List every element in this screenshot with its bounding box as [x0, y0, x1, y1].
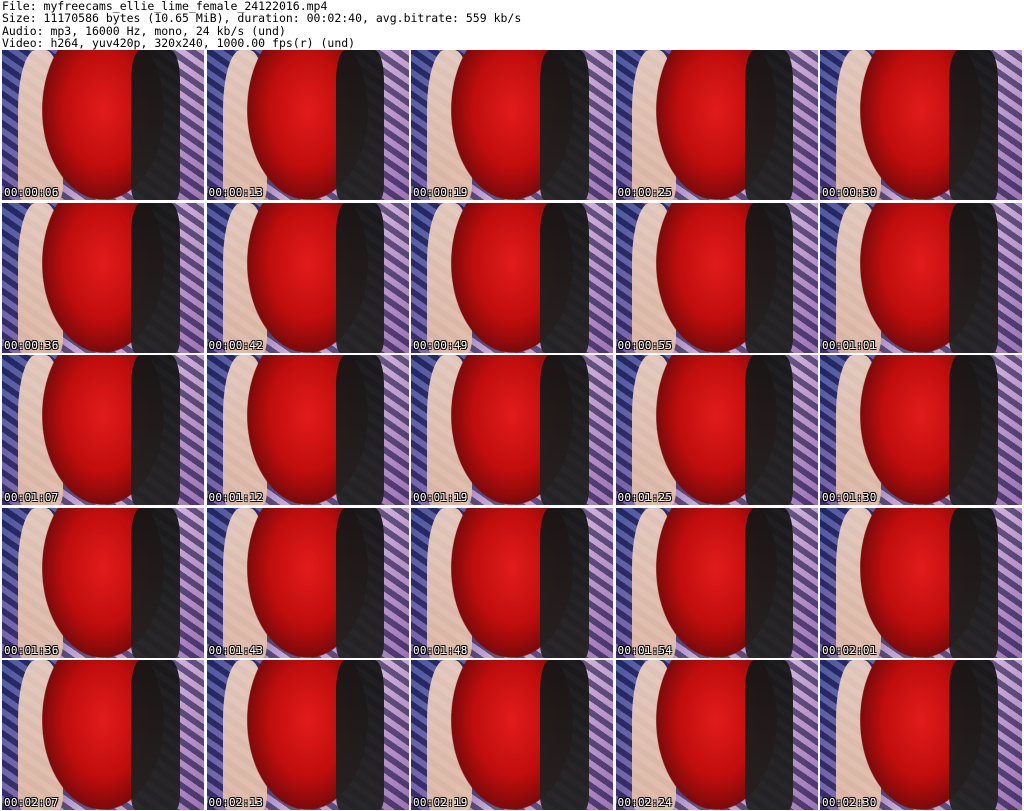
thumbnail-timestamp: 00:00:25	[617, 186, 673, 199]
thumbnail-timestamp: 00:01:48	[413, 643, 468, 657]
thumbnail-hair-region	[335, 50, 385, 200]
thumbnail-hair-region	[131, 50, 180, 200]
thumbnail-timestamp: 00:00:36	[4, 338, 59, 352]
thumbnail-hair-region	[131, 660, 180, 810]
thumbnail-timestamp: 00:00:42	[208, 338, 264, 352]
thumbnail-hair-region	[744, 50, 794, 200]
thumbnail-hair-region	[949, 355, 998, 505]
thumbnail-hair-region	[131, 355, 180, 505]
video-thumbnail: 00:00:25	[615, 50, 818, 200]
video-thumbnail: 00:02:01	[820, 507, 1022, 658]
video-thumbnail: 00:01:48	[411, 507, 613, 658]
thumbnail-timestamp: 00:01:07	[4, 491, 59, 504]
video-thumbnail: 00:00:19	[411, 50, 613, 200]
video-thumbnail: 00:01:43	[206, 507, 409, 658]
thumbnail-timestamp: 00:02:07	[4, 796, 59, 809]
video-thumbnail: 00:01:25	[615, 355, 818, 505]
thumbnail-hair-region	[744, 202, 794, 353]
video-thumbnail: 00:01:36	[2, 507, 204, 658]
thumbnail-timestamp: 00:01:19	[413, 491, 468, 504]
video-thumbnail: 00:00:06	[2, 50, 204, 200]
thumbnail-timestamp: 00:02:30	[822, 796, 877, 809]
thumbnail-hair-region	[744, 507, 794, 658]
thumbnail-hair-region	[540, 202, 589, 353]
video-thumbnail: 00:01:19	[411, 355, 613, 505]
video-thumbnail: 00:00:30	[820, 50, 1022, 200]
thumbnail-hair-region	[335, 202, 385, 353]
thumbnail-timestamp: 00:01:25	[617, 491, 673, 504]
thumbnail-timestamp: 00:00:06	[4, 186, 59, 199]
thumbnail-hair-region	[949, 507, 998, 658]
thumbnail-timestamp: 00:00:49	[413, 338, 468, 352]
video-thumbnail: 00:00:13	[206, 50, 409, 200]
thumbnail-timestamp: 00:00:19	[413, 186, 468, 199]
video-thumbnail: 00:01:01	[820, 202, 1022, 353]
thumbnail-timestamp: 00:01:12	[208, 491, 264, 504]
video-thumbnail: 00:00:42	[206, 202, 409, 353]
thumbnail-timestamp: 00:00:13	[208, 186, 264, 199]
thumbnail-hair-region	[744, 355, 794, 505]
thumbnail-hair-region	[131, 507, 180, 658]
thumbnail-hair-region	[949, 50, 998, 200]
thumbnail-hair-region	[540, 50, 589, 200]
video-thumbnail: 00:01:12	[206, 355, 409, 505]
file-size-line: Size: 11170586 bytes (10.65 MiB), durati…	[2, 11, 522, 26]
thumbnail-hair-region	[335, 355, 385, 505]
thumbnail-timestamp: 00:01:43	[208, 643, 264, 657]
thumbnail-hair-region	[540, 507, 589, 658]
video-thumbnail: 00:00:49	[411, 202, 613, 353]
thumbnail-hair-region	[744, 660, 794, 810]
video-thumbnail: 00:01:30	[820, 355, 1022, 505]
thumbnail-timestamp: 00:01:54	[617, 643, 673, 657]
video-thumbnail: 00:00:55	[615, 202, 818, 353]
video-thumbnail: 00:02:30	[820, 660, 1022, 810]
thumbnail-grid: 00:00:06 00:00:13 00:00:19 00:00:25 00:00:30…	[2, 50, 1022, 810]
thumbnail-timestamp: 00:01:36	[4, 643, 59, 657]
thumbnail-timestamp: 00:02:13	[208, 796, 264, 809]
thumbnail-timestamp: 00:01:30	[822, 491, 877, 504]
video-thumbnail: 00:01:54	[615, 507, 818, 658]
video-info-line: Video: h264, yuv420p, 320x240, 1000.00 f…	[2, 35, 356, 50]
thumbnail-hair-region	[540, 660, 589, 810]
thumbnail-timestamp: 00:02:24	[617, 796, 673, 809]
thumbnail-timestamp: 00:02:01	[822, 643, 877, 657]
thumbnail-hair-region	[540, 355, 589, 505]
thumbnail-timestamp: 00:00:30	[822, 186, 877, 199]
thumbnail-timestamp: 00:02:19	[413, 796, 468, 809]
video-thumbnail: 00:02:24	[615, 660, 818, 810]
video-thumbnail: 00:02:19	[411, 660, 613, 810]
file-info-header: File: myfreecams_ellie_lime_female_24122…	[2, 0, 1022, 50]
thumbnail-hair-region	[949, 202, 998, 353]
thumbnail-timestamp: 00:00:55	[617, 338, 673, 352]
video-thumbnail: 00:02:13	[206, 660, 409, 810]
video-thumbnail: 00:02:07	[2, 660, 204, 810]
thumbnail-hair-region	[335, 507, 385, 658]
video-thumbnail: 00:00:36	[2, 202, 204, 353]
thumbnail-hair-region	[949, 660, 998, 810]
thumbnail-timestamp: 00:01:01	[822, 338, 877, 352]
thumbnail-hair-region	[131, 202, 180, 353]
thumbnail-hair-region	[335, 660, 385, 810]
video-thumbnail: 00:01:07	[2, 355, 204, 505]
